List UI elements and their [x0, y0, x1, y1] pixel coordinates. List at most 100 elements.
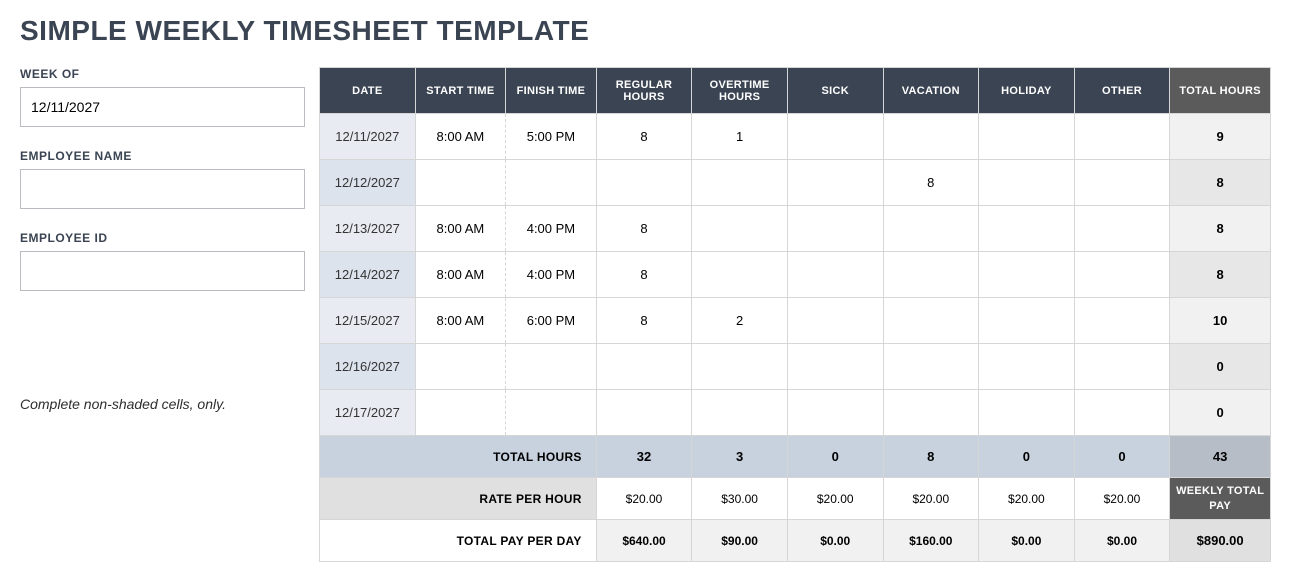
overtime-cell[interactable] — [692, 390, 788, 436]
timesheet-table: DATE START TIME FINISH TIME REGULAR HOUR… — [319, 67, 1271, 562]
total-pay-row: TOTAL PAY PER DAY $640.00 $90.00 $0.00 $… — [320, 520, 1271, 562]
total-pay-label: TOTAL PAY PER DAY — [320, 520, 597, 562]
rate-other[interactable]: $20.00 — [1074, 478, 1170, 520]
total-pay-vac: $160.00 — [883, 520, 979, 562]
row-total-cell: 9 — [1170, 114, 1271, 160]
row-total-cell: 8 — [1170, 160, 1271, 206]
employee-name-label: EMPLOYEE NAME — [20, 149, 305, 163]
start-time-cell[interactable]: 8:00 AM — [415, 114, 506, 160]
vacation-cell[interactable] — [883, 114, 979, 160]
employee-name-input[interactable] — [20, 169, 305, 209]
vacation-cell[interactable] — [883, 298, 979, 344]
regular-cell[interactable]: 8 — [596, 252, 692, 298]
finish-time-cell[interactable] — [506, 160, 597, 206]
other-cell[interactable] — [1074, 206, 1170, 252]
row-total-cell: 8 — [1170, 206, 1271, 252]
sick-cell[interactable] — [787, 298, 883, 344]
other-cell[interactable] — [1074, 298, 1170, 344]
col-holiday: HOLIDAY — [979, 68, 1075, 114]
start-time-cell[interactable]: 8:00 AM — [415, 252, 506, 298]
vacation-cell[interactable] — [883, 206, 979, 252]
start-time-cell[interactable] — [415, 344, 506, 390]
regular-cell[interactable]: 8 — [596, 114, 692, 160]
vacation-cell[interactable] — [883, 390, 979, 436]
rate-hol[interactable]: $20.00 — [979, 478, 1075, 520]
sick-cell[interactable] — [787, 390, 883, 436]
other-cell[interactable] — [1074, 160, 1170, 206]
overtime-cell[interactable]: 1 — [692, 114, 788, 160]
holiday-cell[interactable] — [979, 390, 1075, 436]
finish-time-cell[interactable]: 4:00 PM — [506, 206, 597, 252]
other-cell[interactable] — [1074, 114, 1170, 160]
rate-ot[interactable]: $30.00 — [692, 478, 788, 520]
col-date: DATE — [320, 68, 416, 114]
date-cell: 12/11/2027 — [320, 114, 416, 160]
sick-cell[interactable] — [787, 252, 883, 298]
row-total-cell: 8 — [1170, 252, 1271, 298]
total-hours-row: TOTAL HOURS 32 3 0 8 0 0 43 — [320, 436, 1271, 478]
sidebar: WEEK OF EMPLOYEE NAME EMPLOYEE ID Comple… — [20, 67, 305, 562]
sick-cell[interactable] — [787, 206, 883, 252]
total-hours-hol: 0 — [979, 436, 1075, 478]
vacation-cell[interactable]: 8 — [883, 160, 979, 206]
date-cell: 12/14/2027 — [320, 252, 416, 298]
overtime-cell[interactable]: 2 — [692, 298, 788, 344]
date-cell: 12/12/2027 — [320, 160, 416, 206]
other-cell[interactable] — [1074, 344, 1170, 390]
finish-time-cell[interactable]: 5:00 PM — [506, 114, 597, 160]
total-pay-other: $0.00 — [1074, 520, 1170, 562]
finish-time-cell[interactable]: 4:00 PM — [506, 252, 597, 298]
holiday-cell[interactable] — [979, 206, 1075, 252]
holiday-cell[interactable] — [979, 298, 1075, 344]
employee-id-input[interactable] — [20, 251, 305, 291]
sick-cell[interactable] — [787, 114, 883, 160]
start-time-cell[interactable] — [415, 160, 506, 206]
start-time-cell[interactable]: 8:00 AM — [415, 298, 506, 344]
col-total: TOTAL HOURS — [1170, 68, 1271, 114]
overtime-cell[interactable] — [692, 344, 788, 390]
overtime-cell[interactable] — [692, 252, 788, 298]
regular-cell[interactable]: 8 — [596, 206, 692, 252]
rate-reg[interactable]: $20.00 — [596, 478, 692, 520]
finish-time-cell[interactable] — [506, 344, 597, 390]
sick-cell[interactable] — [787, 344, 883, 390]
row-total-cell: 10 — [1170, 298, 1271, 344]
regular-cell[interactable]: 8 — [596, 298, 692, 344]
holiday-cell[interactable] — [979, 252, 1075, 298]
finish-time-cell[interactable] — [506, 390, 597, 436]
overtime-cell[interactable] — [692, 160, 788, 206]
other-cell[interactable] — [1074, 252, 1170, 298]
total-hours-ot: 3 — [692, 436, 788, 478]
total-pay-hol: $0.00 — [979, 520, 1075, 562]
regular-cell[interactable] — [596, 160, 692, 206]
regular-cell[interactable] — [596, 390, 692, 436]
total-hours-vac: 8 — [883, 436, 979, 478]
col-vacation: VACATION — [883, 68, 979, 114]
holiday-cell[interactable] — [979, 344, 1075, 390]
weekly-total-pay-label: WEEKLY TOTAL PAY — [1170, 478, 1271, 520]
col-sick: SICK — [787, 68, 883, 114]
date-cell: 12/13/2027 — [320, 206, 416, 252]
holiday-cell[interactable] — [979, 114, 1075, 160]
overtime-cell[interactable] — [692, 206, 788, 252]
rate-vac[interactable]: $20.00 — [883, 478, 979, 520]
page-title: SIMPLE WEEKLY TIMESHEET TEMPLATE — [20, 15, 1271, 47]
total-pay-sick: $0.00 — [787, 520, 883, 562]
finish-time-cell[interactable]: 6:00 PM — [506, 298, 597, 344]
total-pay-ot: $90.00 — [692, 520, 788, 562]
start-time-cell[interactable] — [415, 390, 506, 436]
other-cell[interactable] — [1074, 390, 1170, 436]
regular-cell[interactable] — [596, 344, 692, 390]
rate-sick[interactable]: $20.00 — [787, 478, 883, 520]
sick-cell[interactable] — [787, 160, 883, 206]
vacation-cell[interactable] — [883, 344, 979, 390]
vacation-cell[interactable] — [883, 252, 979, 298]
table-row: 12/11/20278:00 AM5:00 PM81 9 — [320, 114, 1271, 160]
rate-label: RATE PER HOUR — [320, 478, 597, 520]
week-of-input[interactable] — [20, 87, 305, 127]
start-time-cell[interactable]: 8:00 AM — [415, 206, 506, 252]
holiday-cell[interactable] — [979, 160, 1075, 206]
row-total-cell: 0 — [1170, 390, 1271, 436]
date-cell: 12/16/2027 — [320, 344, 416, 390]
employee-id-label: EMPLOYEE ID — [20, 231, 305, 245]
